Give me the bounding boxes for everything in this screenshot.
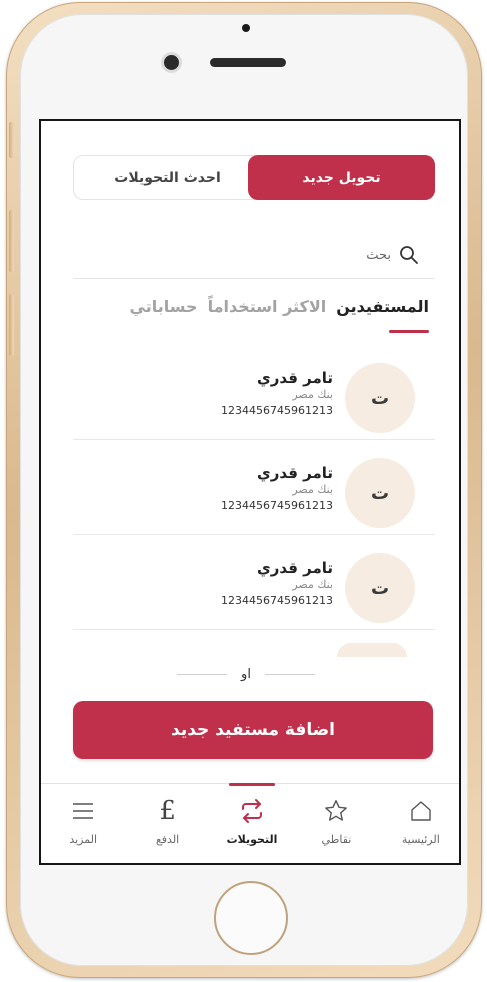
beneficiary-info: تامر قدري بنك مصر 1234456745961213 — [221, 369, 333, 419]
tab-label: الاكثر استخداماً — [207, 297, 327, 316]
recent-transfers-tab[interactable]: احدث التحويلات — [74, 155, 261, 200]
beneficiary-tabs: المستفيدين الاكثر استخداماً حساباتي — [130, 297, 429, 333]
tab-label: حساباتي — [129, 297, 198, 316]
transfer-mode-toggle: تحويل جديد احدث التحويلات — [73, 155, 435, 200]
search-icon[interactable] — [399, 245, 419, 265]
account-number: 1234456745961213 — [221, 594, 333, 607]
or-label: او — [241, 666, 251, 682]
menu-icon — [68, 796, 98, 826]
transfer-arrows-icon — [237, 796, 267, 826]
beneficiary-list: ت تامر قدري بنك مصر 1234456745961213 ت ت… — [73, 345, 435, 655]
avatar: ت — [345, 363, 415, 433]
beneficiary-row[interactable]: ت تامر قدري بنك مصر 1234456745961213 — [73, 345, 435, 440]
nav-label: الرئيسية — [401, 833, 440, 846]
home-icon — [406, 796, 436, 826]
avatar: ت — [345, 458, 415, 528]
nav-points[interactable]: نقاطي — [294, 784, 378, 863]
tab-label: المستفيدين — [336, 297, 429, 316]
beneficiary-row[interactable]: ت تامر قدري بنك مصر 1234456745961213 — [73, 535, 435, 630]
pound-icon: £ — [159, 796, 176, 826]
volume-down-button — [9, 294, 14, 356]
nav-label: الدفع — [155, 833, 180, 846]
active-tab-indicator — [389, 330, 429, 333]
tab-beneficiaries[interactable]: المستفيدين — [336, 297, 429, 333]
active-nav-indicator — [228, 783, 275, 786]
nav-label: التحويلات — [226, 833, 278, 846]
or-divider: او — [171, 663, 321, 685]
nav-more[interactable]: المزيد — [41, 784, 125, 863]
search-bar — [73, 231, 435, 279]
volume-up-button — [9, 210, 14, 272]
nav-payment[interactable]: £ الدفع — [125, 784, 209, 863]
home-button[interactable] — [214, 881, 288, 955]
beneficiary-info: تامر قدري بنك مصر 1234456745961213 — [221, 464, 333, 514]
account-number: 1234456745961213 — [221, 404, 333, 417]
add-beneficiary-button[interactable]: اضافة مستفيد جديد — [73, 701, 433, 759]
front-camera — [164, 55, 179, 70]
app-screen: تحويل جديد احدث التحويلات المستفيدين الا… — [39, 119, 461, 865]
nav-home[interactable]: الرئيسية — [379, 784, 459, 863]
nav-transfers[interactable]: التحويلات — [210, 783, 294, 863]
nav-label: المزيد — [69, 833, 98, 846]
beneficiary-row[interactable]: ت تامر قدري بنك مصر 1234456745961213 — [73, 440, 435, 535]
proximity-sensor — [242, 24, 250, 32]
beneficiary-name: تامر قدري — [257, 464, 333, 482]
bank-name: بنك مصر — [292, 483, 333, 496]
beneficiary-info: تامر قدري بنك مصر 1234456745961213 — [221, 559, 333, 609]
search-input[interactable] — [191, 243, 391, 267]
divider-line — [177, 673, 228, 675]
avatar-partial — [337, 643, 407, 657]
new-transfer-tab[interactable]: تحويل جديد — [248, 155, 435, 200]
tab-most-used[interactable]: الاكثر استخداماً — [208, 297, 327, 331]
nav-label: نقاطي — [321, 833, 352, 846]
bottom-nav: الرئيسية نقاطي التحويلات £ الدفع المزيد — [41, 783, 459, 863]
mute-switch — [9, 122, 14, 158]
earpiece-speaker — [210, 58, 286, 67]
beneficiary-name: تامر قدري — [257, 559, 333, 577]
bank-name: بنك مصر — [292, 578, 333, 591]
tab-my-accounts[interactable]: حساباتي — [130, 297, 198, 331]
divider-line — [264, 673, 315, 675]
star-icon — [321, 796, 351, 826]
avatar: ت — [345, 553, 415, 623]
bank-name: بنك مصر — [292, 388, 333, 401]
account-number: 1234456745961213 — [221, 499, 333, 512]
beneficiary-name: تامر قدري — [257, 369, 333, 387]
